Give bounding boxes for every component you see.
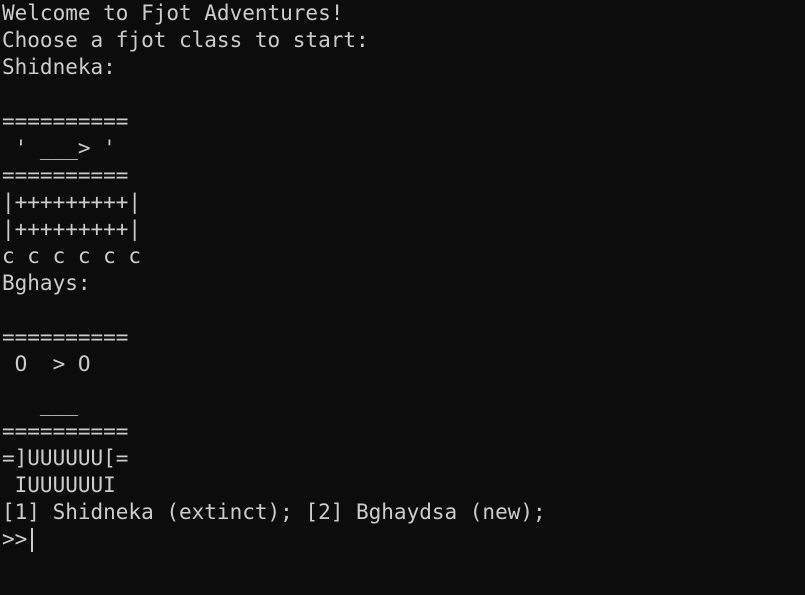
- ascii-art-line: ==========: [2, 163, 129, 187]
- console-window[interactable]: Welcome to Fjot Adventures! Choose a fjo…: [0, 0, 805, 595]
- text-cursor: [31, 527, 34, 552]
- ascii-art-line: ==========: [2, 419, 129, 443]
- ascii-art-line: |+++++++++|: [2, 190, 142, 214]
- ascii-art-line: =]UUUUUU[=: [2, 446, 129, 470]
- ascii-art-line: [2, 378, 805, 391]
- instruction-line: Choose a fjot class to start:: [2, 28, 369, 52]
- ascii-art-line: c c c c c c: [2, 244, 142, 268]
- input-prompt[interactable]: >>: [2, 526, 805, 553]
- prompt-symbol: >>: [2, 527, 28, 551]
- ascii-art-line: ' ___> ': [2, 136, 116, 160]
- class-options-line: [1] Shidneka (extinct); [2] Bghaydsa (ne…: [2, 500, 546, 524]
- welcome-line: Welcome to Fjot Adventures!: [2, 1, 344, 25]
- ascii-art-line: ==========: [2, 325, 129, 349]
- ascii-art-line: ==========: [2, 109, 129, 133]
- ascii-art-line: ___: [2, 392, 78, 416]
- ascii-art-line: |+++++++++|: [2, 217, 142, 241]
- ascii-art-line: O > O: [2, 352, 91, 376]
- class-name-bghays: Bghays:: [2, 271, 91, 295]
- class-name-shidneka: Shidneka:: [2, 55, 116, 79]
- ascii-art-line: IUUUUUUI: [2, 473, 116, 497]
